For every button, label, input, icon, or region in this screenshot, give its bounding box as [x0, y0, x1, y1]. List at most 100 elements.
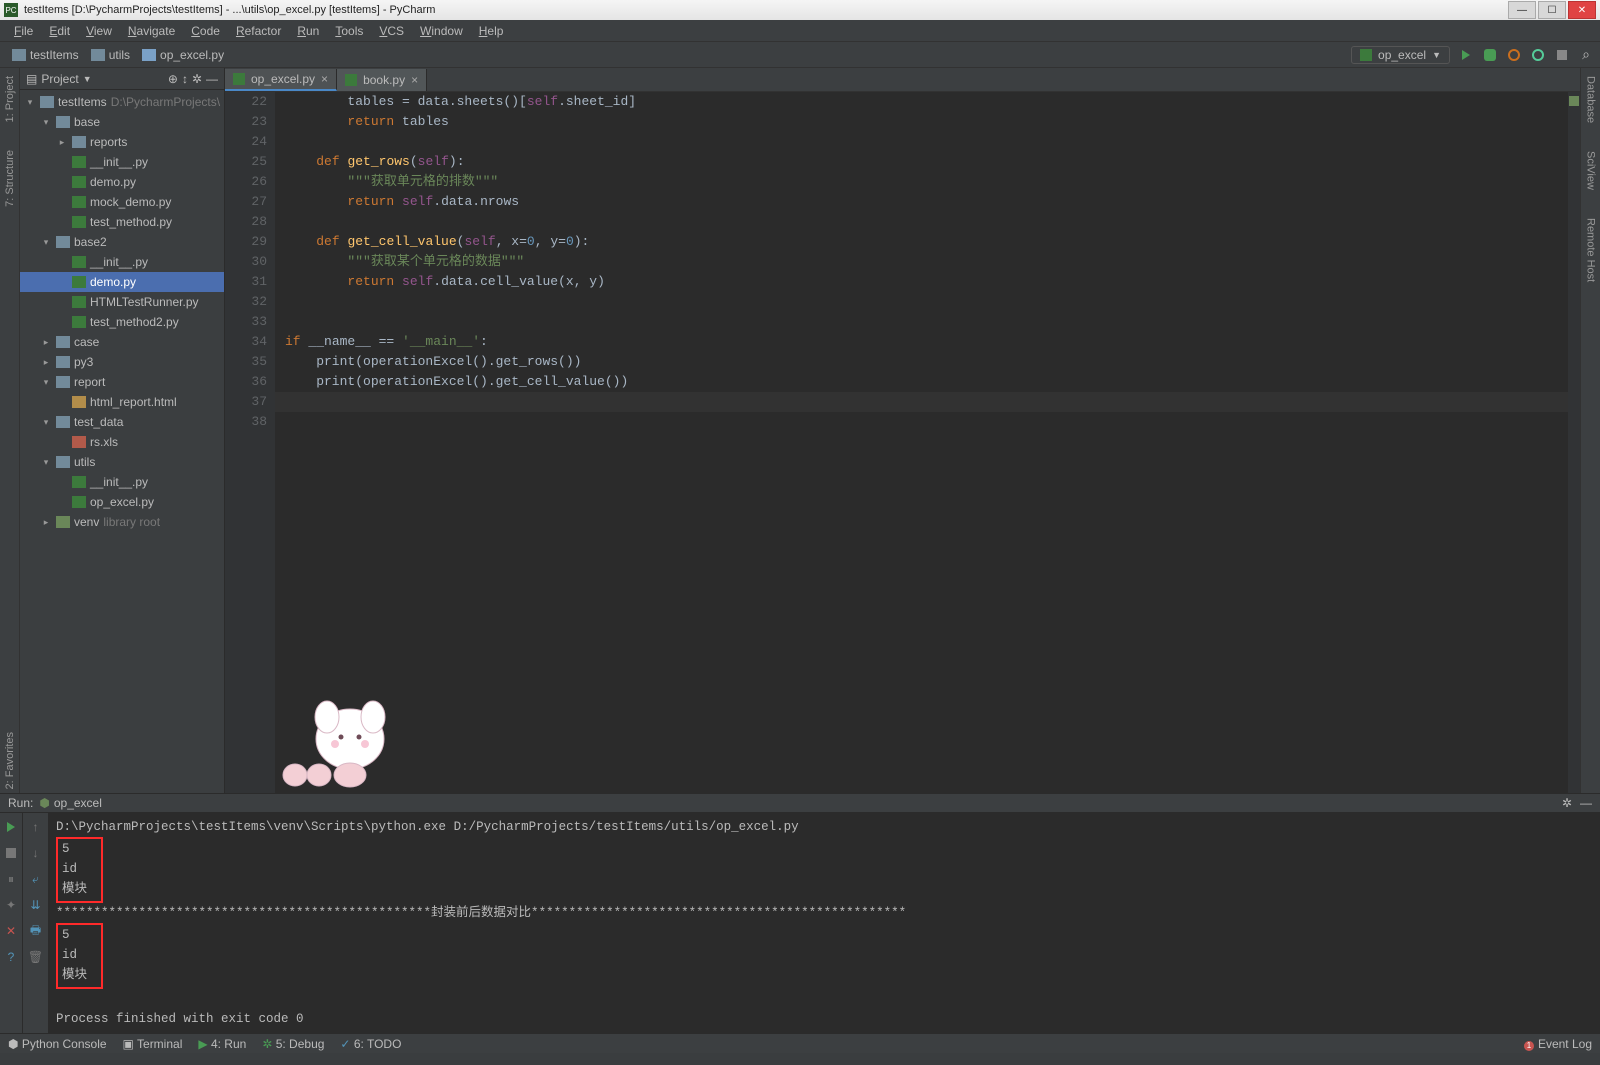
run-tab[interactable]: ▶ 4: Run — [198, 1037, 246, 1051]
tree-item[interactable]: ▾report — [20, 372, 224, 392]
locate-icon[interactable]: ⊕ — [168, 72, 178, 86]
menu-window[interactable]: Window — [412, 24, 471, 38]
pin-icon[interactable]: ✦ — [3, 897, 19, 913]
menu-navigate[interactable]: Navigate — [120, 24, 183, 38]
run-button[interactable] — [1458, 47, 1474, 63]
code-line[interactable] — [285, 132, 1568, 152]
maximize-button[interactable]: ☐ — [1538, 1, 1566, 19]
stop-button[interactable] — [1554, 47, 1570, 63]
gear-icon[interactable]: ✲ — [192, 72, 202, 86]
tree-item[interactable]: ▸venvlibrary root — [20, 512, 224, 532]
tool-project[interactable]: 1: Project — [4, 72, 16, 126]
trash-icon[interactable]: 🗑 — [28, 949, 44, 965]
chevron-icon[interactable]: ▸ — [40, 357, 52, 368]
error-stripe[interactable] — [1568, 92, 1580, 793]
tree-item[interactable]: ▸reports — [20, 132, 224, 152]
code-area[interactable]: tables = data.sheets()[self.sheet_id] re… — [275, 92, 1568, 793]
debug-button[interactable] — [1482, 47, 1498, 63]
code-line[interactable]: if __name__ == '__main__': — [285, 332, 1568, 352]
tree-item[interactable]: demo.py — [20, 272, 224, 292]
chevron-down-icon[interactable]: ▼ — [83, 74, 92, 84]
search-everywhere-button[interactable]: ⌕ — [1578, 47, 1594, 63]
editor-tab[interactable]: book.py× — [337, 69, 427, 91]
breadcrumb[interactable]: utils — [85, 48, 136, 62]
console-output[interactable]: D:\PycharmProjects\testItems\venv\Script… — [48, 813, 1600, 1033]
code-line[interactable]: def get_cell_value(self, x=0, y=0): — [285, 232, 1568, 252]
code-line[interactable]: def get_rows(self): — [285, 152, 1568, 172]
code-line[interactable]: return self.data.nrows — [285, 192, 1568, 212]
menu-vcs[interactable]: VCS — [371, 24, 412, 38]
hide-icon[interactable]: — — [1580, 796, 1592, 810]
tree-item[interactable]: test_method.py — [20, 212, 224, 232]
project-tree[interactable]: ▾testItemsD:\PycharmProjects\▾base▸repor… — [20, 90, 224, 793]
project-view-icon[interactable]: ▤ — [26, 72, 37, 86]
tool-sciview[interactable]: SciView — [1585, 147, 1597, 194]
chevron-icon[interactable]: ▸ — [40, 517, 52, 528]
tree-item[interactable]: ▾base2 — [20, 232, 224, 252]
code-line[interactable]: print(operationExcel().get_rows()) — [285, 352, 1568, 372]
tree-item[interactable]: ▾testItemsD:\PycharmProjects\ — [20, 92, 224, 112]
tree-item[interactable]: rs.xls — [20, 432, 224, 452]
wrap-icon[interactable]: ⤶ — [28, 871, 44, 887]
code-line[interactable]: print(operationExcel().get_cell_value()) — [285, 372, 1568, 392]
menu-refactor[interactable]: Refactor — [228, 24, 289, 38]
tree-item[interactable]: demo.py — [20, 172, 224, 192]
menu-view[interactable]: View — [78, 24, 120, 38]
tree-item[interactable]: ▾base — [20, 112, 224, 132]
code-line[interactable]: tables = data.sheets()[self.sheet_id] — [285, 92, 1568, 112]
code-line[interactable] — [285, 312, 1568, 332]
breadcrumb[interactable]: op_excel.py — [136, 48, 230, 62]
tree-item[interactable]: __init__.py — [20, 152, 224, 172]
chevron-icon[interactable]: ▾ — [40, 417, 52, 428]
debug-tab[interactable]: ✲ 5: Debug — [262, 1037, 324, 1051]
breadcrumb[interactable]: testItems — [6, 48, 85, 62]
up-icon[interactable]: ↑ — [28, 819, 44, 835]
code-line[interactable]: return self.data.cell_value(x, y) — [285, 272, 1568, 292]
hide-icon[interactable]: — — [206, 72, 218, 86]
tree-item[interactable]: __init__.py — [20, 252, 224, 272]
collapse-icon[interactable]: ↕ — [182, 72, 188, 86]
rerun-button[interactable] — [3, 819, 19, 835]
menu-file[interactable]: File — [6, 24, 41, 38]
menu-code[interactable]: Code — [183, 24, 228, 38]
tree-item[interactable]: html_report.html — [20, 392, 224, 412]
menu-run[interactable]: Run — [289, 24, 327, 38]
minimize-button[interactable]: — — [1508, 1, 1536, 19]
tool-remotehost[interactable]: Remote Host — [1585, 214, 1597, 286]
help-icon[interactable]: ? — [3, 949, 19, 965]
editor-tab[interactable]: op_excel.py× — [225, 69, 337, 91]
code-line[interactable]: return tables — [285, 112, 1568, 132]
chevron-icon[interactable]: ▾ — [24, 97, 36, 108]
menu-tools[interactable]: Tools — [327, 24, 371, 38]
pause-icon[interactable]: ⏸ — [3, 871, 19, 887]
tree-item[interactable]: test_method2.py — [20, 312, 224, 332]
code-line[interactable] — [285, 212, 1568, 232]
tree-item[interactable]: __init__.py — [20, 472, 224, 492]
chevron-icon[interactable]: ▾ — [40, 377, 52, 388]
code-line[interactable] — [285, 292, 1568, 312]
tree-item[interactable]: mock_demo.py — [20, 192, 224, 212]
python-console-tab[interactable]: ⬢ Python Console — [8, 1037, 107, 1051]
tree-item[interactable]: ▸case — [20, 332, 224, 352]
close-button[interactable]: ✕ — [1568, 1, 1596, 19]
tree-item[interactable]: ▾utils — [20, 452, 224, 472]
close-icon[interactable]: × — [411, 73, 418, 87]
code-line[interactable] — [285, 412, 1568, 432]
gear-icon[interactable]: ✲ — [1562, 796, 1572, 810]
code-line[interactable]: """获取某个单元格的数据""" — [285, 252, 1568, 272]
tree-item[interactable]: ▾test_data — [20, 412, 224, 432]
coverage-button[interactable] — [1506, 47, 1522, 63]
tree-item[interactable]: op_excel.py — [20, 492, 224, 512]
event-log[interactable]: 1Event Log — [1524, 1037, 1592, 1051]
print-icon[interactable]: 🖶 — [28, 923, 44, 939]
close-icon[interactable]: ✕ — [3, 923, 19, 939]
scroll-icon[interactable]: ⇊ — [28, 897, 44, 913]
tool-favorites[interactable]: 2: Favorites — [4, 728, 16, 793]
tool-structure[interactable]: 7: Structure — [4, 146, 16, 211]
run-configuration-selector[interactable]: op_excel ▼ — [1351, 46, 1450, 64]
chevron-icon[interactable]: ▸ — [56, 137, 68, 148]
tree-item[interactable]: ▸py3 — [20, 352, 224, 372]
profile-button[interactable] — [1530, 47, 1546, 63]
code-line[interactable]: """获取单元格的排数""" — [285, 172, 1568, 192]
stop-button[interactable] — [3, 845, 19, 861]
